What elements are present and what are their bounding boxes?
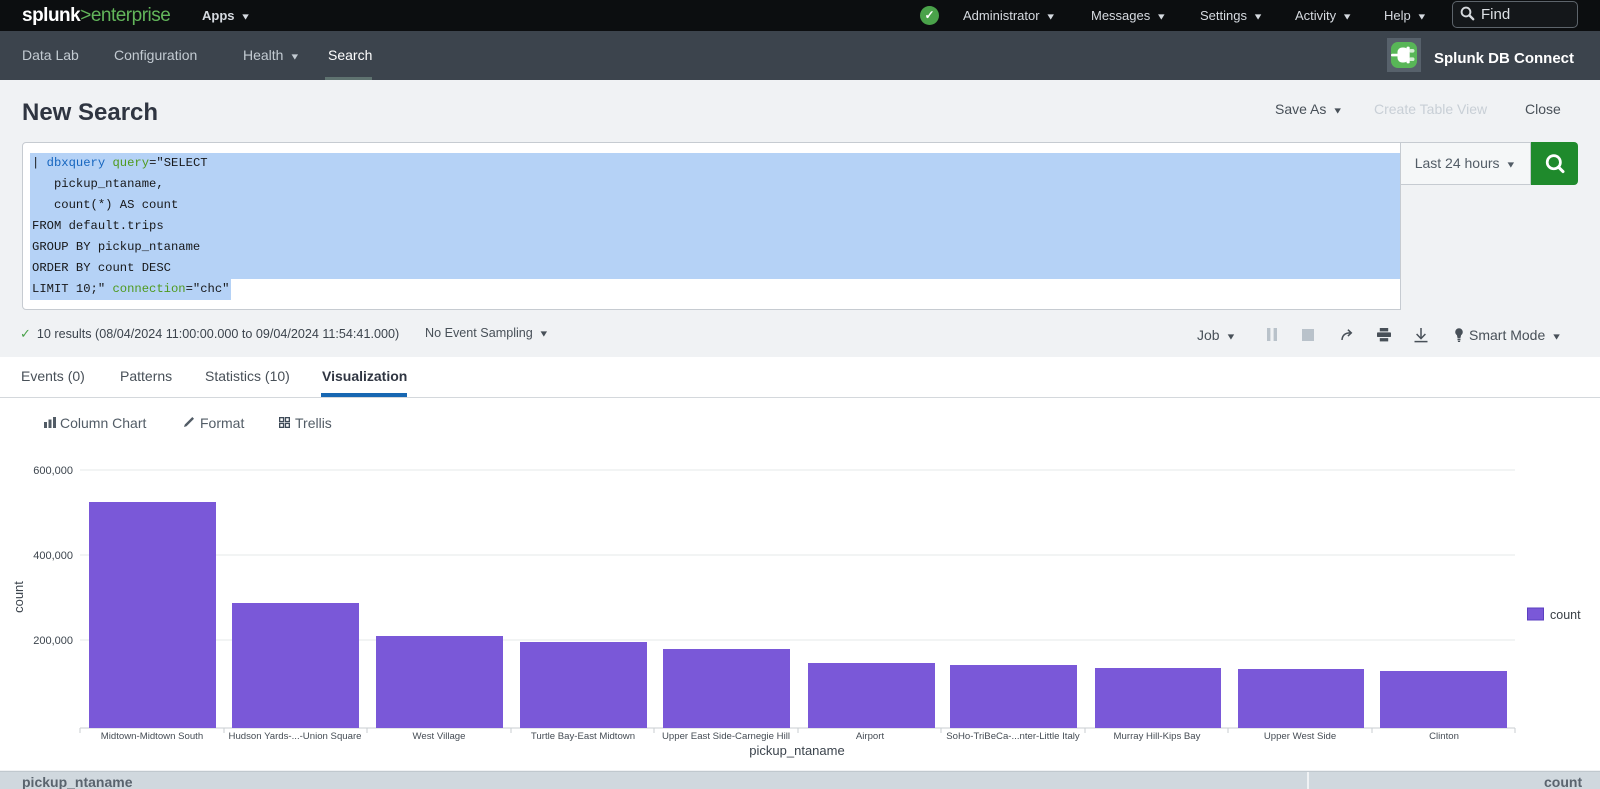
svg-text:count: count	[1550, 608, 1581, 622]
svg-text:Clinton: Clinton	[1429, 731, 1459, 742]
svg-text:200,000: 200,000	[33, 635, 73, 647]
svg-text:Turtle Bay-East Midtown: Turtle Bay-East Midtown	[531, 731, 635, 742]
svg-text:Upper West Side: Upper West Side	[1264, 731, 1336, 742]
svg-text:West Village: West Village	[413, 731, 466, 742]
svg-text:Upper East Side-Carnegie Hill: Upper East Side-Carnegie Hill	[662, 731, 790, 742]
svg-text:Midtown-Midtown South: Midtown-Midtown South	[101, 731, 203, 742]
svg-text:Murray Hill-Kips Bay: Murray Hill-Kips Bay	[1114, 731, 1201, 742]
svg-text:600,000: 600,000	[33, 465, 73, 477]
svg-text:Hudson Yards-...-Union Square: Hudson Yards-...-Union Square	[229, 731, 362, 742]
svg-text:pickup_ntaname: pickup_ntaname	[749, 743, 844, 758]
svg-text:count: count	[11, 581, 26, 613]
svg-text:SoHo-TriBeCa-...nter-Little It: SoHo-TriBeCa-...nter-Little Italy	[946, 731, 1080, 742]
svg-text:400,000: 400,000	[33, 550, 73, 562]
svg-text:Airport: Airport	[856, 731, 885, 742]
